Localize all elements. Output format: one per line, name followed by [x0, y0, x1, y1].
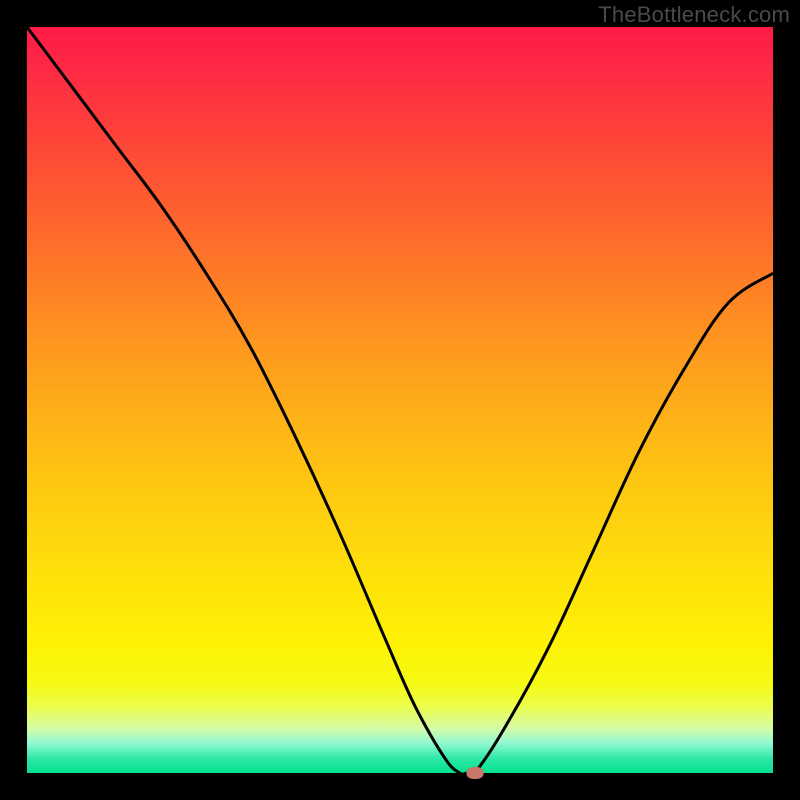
bottleneck-curve-layer	[27, 27, 773, 773]
chart-stage: TheBottleneck.com	[0, 0, 800, 800]
optimal-point-marker	[466, 767, 483, 779]
watermark-text: TheBottleneck.com	[598, 2, 790, 28]
bottleneck-curve-path	[27, 27, 773, 773]
plot-area	[27, 27, 773, 773]
